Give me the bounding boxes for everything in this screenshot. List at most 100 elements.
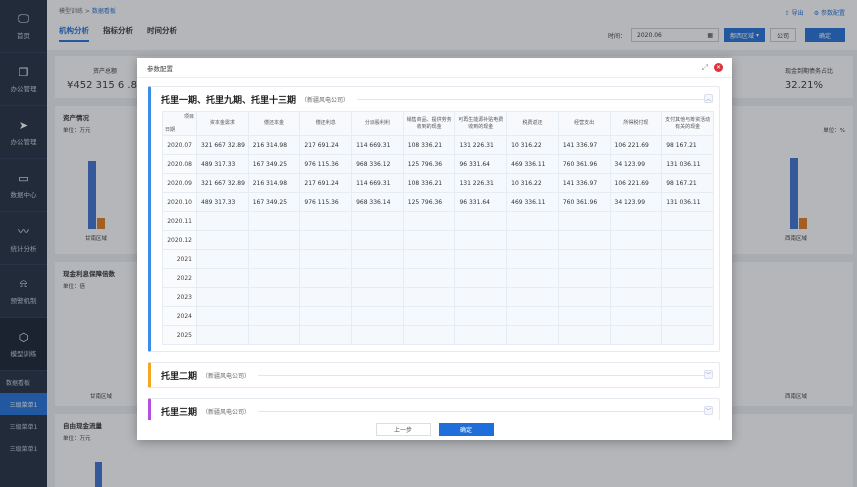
cell-input[interactable]	[454, 230, 508, 250]
close-icon[interactable]: ✕	[714, 63, 723, 72]
cell-input[interactable]	[402, 249, 456, 269]
cell-input[interactable]	[351, 268, 404, 288]
cell-input[interactable]: 98 167.21	[661, 135, 714, 155]
cell-input[interactable]	[299, 268, 353, 288]
cell-input[interactable]	[299, 249, 353, 269]
cell-input[interactable]: 968 336.12	[351, 154, 404, 174]
cell-input[interactable]	[351, 249, 404, 269]
cell-input[interactable]	[661, 268, 714, 288]
cell-input[interactable]	[506, 287, 559, 307]
cell-input[interactable]: 760 361.96	[557, 192, 611, 212]
cell-input[interactable]	[196, 230, 249, 250]
cell-input[interactable]	[299, 211, 353, 231]
cell-input[interactable]	[196, 325, 249, 345]
cell-input[interactable]: 125 796.36	[402, 192, 456, 212]
cell-input[interactable]	[454, 211, 508, 231]
cell-input[interactable]	[247, 230, 301, 250]
cell-input[interactable]	[609, 287, 663, 307]
cell-input[interactable]	[247, 249, 301, 269]
cell-input[interactable]	[247, 325, 301, 345]
cell-input[interactable]: 489 317.33	[196, 192, 249, 212]
cell-input[interactable]	[661, 325, 714, 345]
cell-input[interactable]	[196, 268, 249, 288]
cell-input[interactable]	[557, 325, 611, 345]
cell-input[interactable]	[299, 230, 353, 250]
cell-input[interactable]	[402, 230, 456, 250]
cell-input[interactable]: 216 314.98	[247, 135, 301, 155]
cell-input[interactable]: 968 336.14	[351, 192, 404, 212]
cell-input[interactable]	[351, 287, 404, 307]
cell-input[interactable]	[661, 249, 714, 269]
cell-input[interactable]	[661, 306, 714, 326]
cell-input[interactable]: 98 167.21	[661, 173, 714, 193]
cell-input[interactable]	[351, 211, 404, 231]
cell-input[interactable]	[609, 268, 663, 288]
cell-input[interactable]: 217 691.24	[299, 135, 353, 155]
cell-input[interactable]	[557, 306, 611, 326]
cell-input[interactable]	[299, 325, 353, 345]
cell-input[interactable]	[351, 306, 404, 326]
cell-input[interactable]	[247, 306, 301, 326]
cell-input[interactable]: 108 336.21	[402, 135, 456, 155]
cell-input[interactable]: 976 115.36	[299, 192, 353, 212]
cell-input[interactable]	[196, 249, 249, 269]
cell-input[interactable]	[609, 306, 663, 326]
cell-input[interactable]: 489 317.33	[196, 154, 249, 174]
cell-input[interactable]: 321 667 32.89	[196, 173, 249, 193]
cell-input[interactable]	[506, 249, 559, 269]
cell-input[interactable]	[557, 230, 611, 250]
cell-input[interactable]	[557, 249, 611, 269]
cell-input[interactable]: 131 036.11	[661, 154, 714, 174]
cell-input[interactable]	[402, 268, 456, 288]
cell-input[interactable]	[661, 211, 714, 231]
cell-input[interactable]: 141 336.97	[557, 135, 611, 155]
cell-input[interactable]	[506, 306, 559, 326]
cell-input[interactable]	[454, 325, 508, 345]
cell-input[interactable]	[299, 287, 353, 307]
cell-input[interactable]	[557, 211, 611, 231]
cell-input[interactable]: 114 669.31	[351, 135, 404, 155]
cell-input[interactable]: 34 123.99	[609, 154, 663, 174]
cell-input[interactable]: 321 667 32.89	[196, 135, 249, 155]
cell-input[interactable]: 760 361.96	[557, 154, 611, 174]
cell-input[interactable]	[454, 287, 508, 307]
cell-input[interactable]: 976 115.36	[299, 154, 353, 174]
cell-input[interactable]	[609, 325, 663, 345]
cell-input[interactable]	[402, 325, 456, 345]
cell-input[interactable]: 167 349.25	[247, 192, 301, 212]
chevron-down-icon[interactable]: ﹀	[704, 370, 713, 379]
cell-input[interactable]	[402, 306, 456, 326]
cell-input[interactable]: 131 226.31	[454, 173, 508, 193]
cell-input[interactable]	[557, 287, 611, 307]
cell-input[interactable]: 131 226.31	[454, 135, 508, 155]
cell-input[interactable]	[661, 287, 714, 307]
cell-input[interactable]	[402, 211, 456, 231]
cell-input[interactable]	[506, 325, 559, 345]
cell-input[interactable]: 217 691.24	[299, 173, 353, 193]
cell-input[interactable]	[609, 249, 663, 269]
cell-input[interactable]	[506, 268, 559, 288]
cell-input[interactable]	[196, 287, 249, 307]
maximize-icon[interactable]: ⤢	[702, 63, 708, 73]
cell-input[interactable]	[247, 211, 301, 231]
cell-input[interactable]	[299, 306, 353, 326]
cell-input[interactable]	[454, 268, 508, 288]
cell-input[interactable]: 167 349.25	[247, 154, 301, 174]
cell-input[interactable]	[247, 287, 301, 307]
cell-input[interactable]: 96 331.64	[454, 192, 508, 212]
cell-input[interactable]	[351, 325, 404, 345]
confirm-button[interactable]: 确定	[438, 423, 494, 436]
cell-input[interactable]: 125 796.36	[402, 154, 456, 174]
modal-body[interactable]: 托里一期、托里九期、托里十三期 （新疆风电公司） ︿ 项目 日期 资本金需求 偿还本金 偿还利…	[148, 86, 720, 420]
cell-input[interactable]	[609, 211, 663, 231]
cell-input[interactable]	[557, 268, 611, 288]
cell-input[interactable]	[454, 306, 508, 326]
cell-input[interactable]: 108 336.21	[402, 173, 456, 193]
cell-input[interactable]: 131 036.11	[661, 192, 714, 212]
cell-input[interactable]: 469 336.11	[506, 192, 559, 212]
cell-input[interactable]: 10 316.22	[506, 173, 559, 193]
cell-input[interactable]	[402, 287, 456, 307]
cell-input[interactable]	[609, 230, 663, 250]
cell-input[interactable]	[661, 230, 714, 250]
cell-input[interactable]: 469 336.11	[506, 154, 559, 174]
